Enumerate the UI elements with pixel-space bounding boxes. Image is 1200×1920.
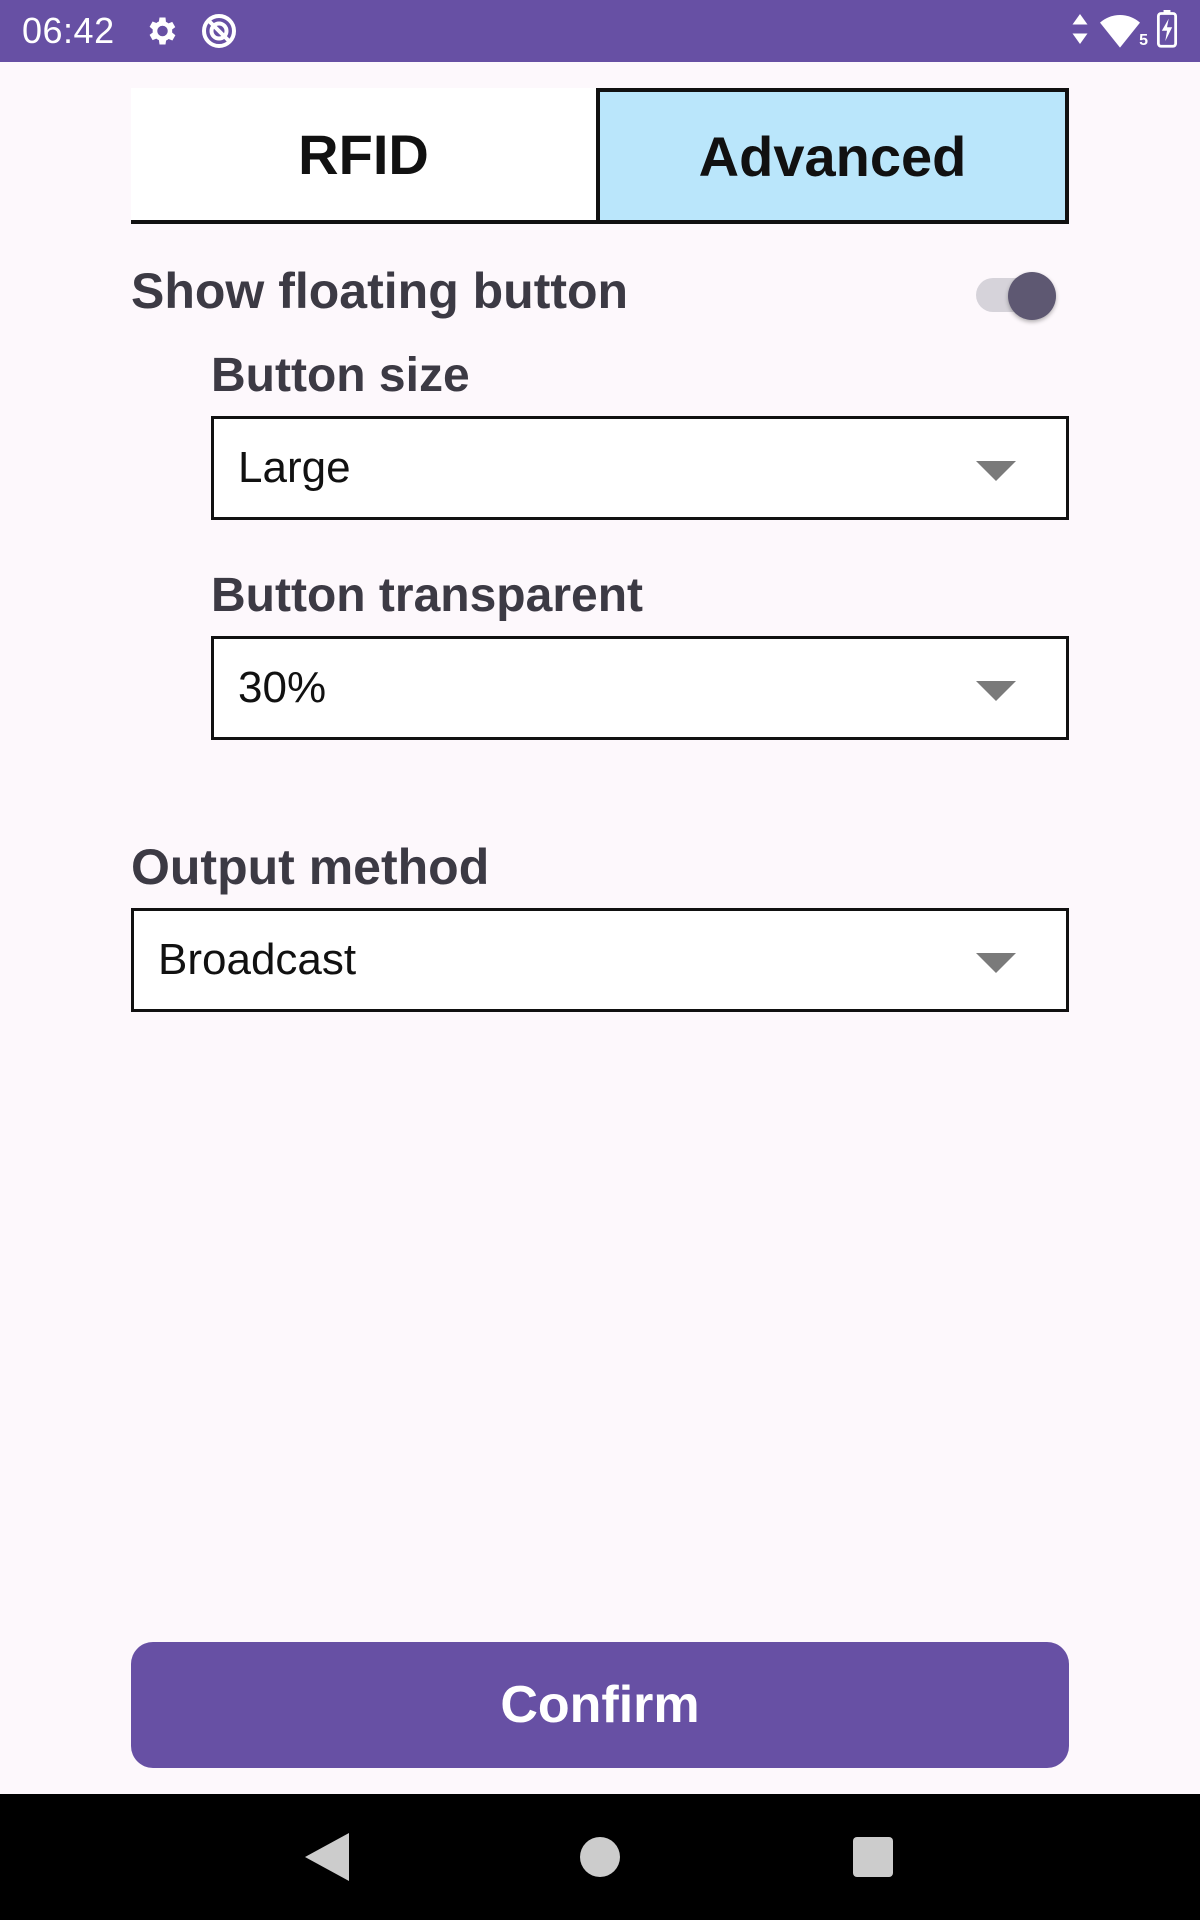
home-icon[interactable] xyxy=(560,1817,640,1897)
battery-charging-icon xyxy=(1156,9,1178,53)
dropdown-arrow-icon xyxy=(976,953,1016,973)
button-size-value: Large xyxy=(238,443,351,492)
button-size-select[interactable]: Large xyxy=(211,416,1069,520)
output-method-label: Output method xyxy=(131,839,490,895)
data-arrows-icon xyxy=(1072,13,1088,49)
back-icon[interactable] xyxy=(287,1817,367,1897)
wifi-badge: 5 xyxy=(1139,32,1148,49)
sync-icon xyxy=(199,11,239,51)
button-transparent-select[interactable]: 30% xyxy=(211,636,1069,740)
button-size-label: Button size xyxy=(211,349,470,402)
gear-icon xyxy=(143,13,179,49)
dropdown-arrow-icon xyxy=(976,681,1016,701)
switch-thumb xyxy=(1008,272,1056,320)
show-floating-button-label: Show floating button xyxy=(131,263,629,319)
recents-icon[interactable] xyxy=(833,1817,913,1897)
button-transparent-label: Button transparent xyxy=(211,569,643,622)
dropdown-arrow-icon xyxy=(976,461,1016,481)
confirm-button[interactable]: Confirm xyxy=(131,1642,1069,1768)
output-method-select[interactable]: Broadcast xyxy=(131,908,1069,1012)
tab-bar: RFID Advanced xyxy=(131,88,1069,224)
status-time: 06:42 xyxy=(22,10,115,51)
navigation-bar xyxy=(0,1794,1200,1920)
output-method-value: Broadcast xyxy=(158,935,357,984)
floating-button-switch[interactable] xyxy=(976,272,1060,320)
button-transparent-value: 30% xyxy=(238,663,327,712)
tab-rfid[interactable]: RFID xyxy=(131,88,596,220)
tab-advanced[interactable]: Advanced xyxy=(596,88,1069,220)
status-bar: 06:42 5 xyxy=(0,0,1200,62)
wifi-icon: 5 xyxy=(1100,14,1148,49)
